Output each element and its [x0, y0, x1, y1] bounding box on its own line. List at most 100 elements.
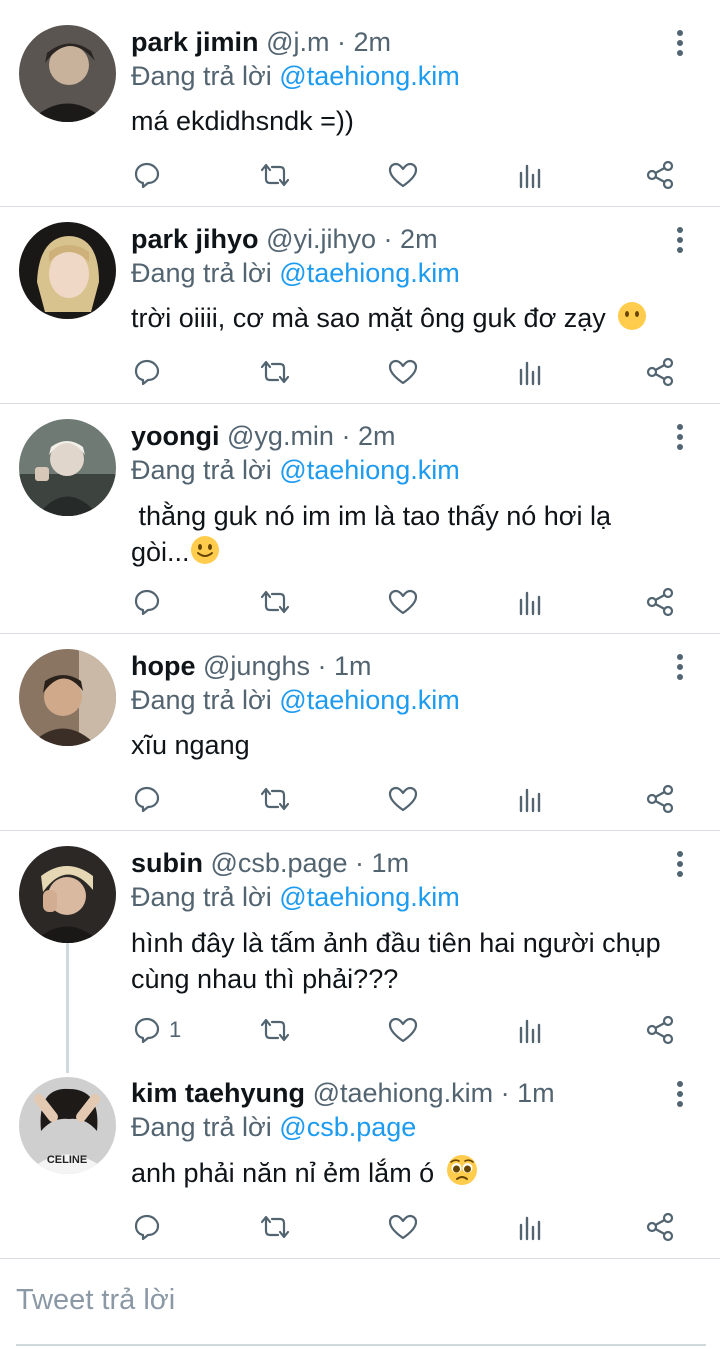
author-name[interactable]: kim taehyung	[131, 1078, 305, 1108]
heart-icon	[388, 1213, 418, 1241]
author-handle[interactable]: @yi.jihyo	[266, 224, 376, 254]
replying-label: Đang trả lời	[131, 61, 272, 91]
reply-compose-input[interactable]: Tweet trả lời	[16, 1284, 175, 1317]
tweet-text: xĩu ngang	[131, 730, 250, 760]
share-button[interactable]	[645, 779, 675, 819]
avatar[interactable]: CELINE	[19, 1077, 116, 1174]
avatar[interactable]	[19, 419, 116, 516]
reply-mention-link[interactable]: @taehiong.kim	[279, 258, 460, 288]
reply-mention-link[interactable]: @csb.page	[279, 1112, 416, 1142]
reply-mention-link[interactable]: @taehiong.kim	[279, 455, 460, 485]
author-name[interactable]: hope	[131, 651, 196, 681]
tweet[interactable]: park jimin @j.m · 2m Đang trả lời @taehi…	[0, 0, 720, 206]
reply-mention-link[interactable]: @taehiong.kim	[279, 882, 460, 912]
like-button[interactable]	[388, 352, 418, 392]
reply-mention-link[interactable]: @taehiong.kim	[279, 61, 460, 91]
reply-icon	[133, 161, 161, 189]
reply-button[interactable]	[133, 352, 169, 392]
tweet-time[interactable]: 1m	[372, 848, 410, 878]
author-handle[interactable]: @yg.min	[227, 421, 334, 451]
analytics-button[interactable]	[518, 352, 544, 392]
author-handle[interactable]: @junghs	[203, 651, 310, 681]
smile-face-emoji	[190, 535, 220, 574]
retweet-button[interactable]	[258, 1207, 292, 1247]
tweet[interactable]: subin @csb.page · 1m Đang trả lời @taehi…	[0, 831, 720, 1061]
retweet-button[interactable]	[258, 1010, 292, 1050]
like-button[interactable]	[388, 1207, 418, 1247]
heart-icon	[388, 1016, 418, 1044]
share-button[interactable]	[645, 352, 675, 392]
replying-label: Đang trả lời	[131, 685, 272, 715]
author-name[interactable]: park jimin	[131, 27, 259, 57]
like-button[interactable]	[388, 1010, 418, 1050]
share-button[interactable]	[645, 1010, 675, 1050]
tweet-time[interactable]: 1m	[334, 651, 372, 681]
analytics-icon	[518, 1213, 544, 1241]
tweet-text: hình đây là tấm ảnh đầu tiên hai người c…	[131, 928, 661, 994]
tweet[interactable]: CELINE kim taehyung @taehiong.kim · 1m Đ…	[0, 1061, 720, 1258]
share-icon	[645, 587, 675, 617]
reply-button[interactable]	[133, 779, 169, 819]
more-options-icon[interactable]	[668, 422, 692, 452]
share-button[interactable]	[645, 1207, 675, 1247]
retweet-icon	[258, 588, 292, 616]
more-options-icon[interactable]	[668, 652, 692, 682]
like-button[interactable]	[388, 582, 418, 622]
reply-mention-link[interactable]: @taehiong.kim	[279, 685, 460, 715]
separator-dot: ·	[317, 651, 327, 681]
retweet-button[interactable]	[258, 582, 292, 622]
tweet-time[interactable]: 2m	[400, 224, 438, 254]
retweet-icon	[258, 1213, 292, 1241]
tweet-time[interactable]: 1m	[517, 1078, 555, 1108]
tweet-text: anh phải năn nỉ ẻm lắm ó	[131, 1158, 435, 1188]
author-name[interactable]: park jihyo	[131, 224, 259, 254]
author-name[interactable]: subin	[131, 848, 203, 878]
retweet-button[interactable]	[258, 155, 292, 195]
replying-label: Đang trả lời	[131, 882, 272, 912]
author-name[interactable]: yoongi	[131, 421, 220, 451]
tweet[interactable]: hope @junghs · 1m Đang trả lời @taehiong…	[0, 634, 720, 830]
author-handle[interactable]: @csb.page	[211, 848, 348, 878]
retweet-icon	[258, 1016, 292, 1044]
analytics-button[interactable]	[518, 155, 544, 195]
reply-icon	[133, 1016, 161, 1044]
reply-button[interactable]	[133, 582, 169, 622]
share-button[interactable]	[645, 155, 675, 195]
tweet-divider	[0, 1258, 720, 1259]
share-icon	[645, 160, 675, 190]
reply-button[interactable]	[133, 1207, 169, 1247]
avatar-shirt-print: CELINE	[47, 1154, 87, 1166]
heart-icon	[388, 785, 418, 813]
avatar[interactable]	[19, 846, 116, 943]
retweet-button[interactable]	[258, 779, 292, 819]
tweet[interactable]: park jihyo @yi.jihyo · 2m Đang trả lời @…	[0, 207, 720, 403]
share-button[interactable]	[645, 582, 675, 622]
reply-button[interactable]: 1	[133, 1010, 181, 1050]
reply-button[interactable]	[133, 155, 169, 195]
more-options-icon[interactable]	[668, 225, 692, 255]
analytics-button[interactable]	[518, 779, 544, 819]
analytics-button[interactable]	[518, 1207, 544, 1247]
like-button[interactable]	[388, 155, 418, 195]
tweet-text-container: anh phải năn nỉ ẻm lắm ó	[131, 1154, 691, 1195]
analytics-icon	[518, 1016, 544, 1044]
avatar[interactable]	[19, 222, 116, 319]
more-options-icon[interactable]	[668, 28, 692, 58]
tweet-time[interactable]: 2m	[358, 421, 396, 451]
separator-dot: ·	[500, 1078, 510, 1108]
avatar[interactable]	[19, 649, 116, 746]
avatar[interactable]	[19, 25, 116, 122]
more-options-icon[interactable]	[668, 1079, 692, 1109]
retweet-button[interactable]	[258, 352, 292, 392]
heart-icon	[388, 161, 418, 189]
analytics-button[interactable]	[518, 582, 544, 622]
author-handle[interactable]: @taehiong.kim	[313, 1078, 494, 1108]
retweet-icon	[258, 358, 292, 386]
analytics-button[interactable]	[518, 1010, 544, 1050]
tweet-time[interactable]: 2m	[354, 27, 392, 57]
tweet[interactable]: yoongi @yg.min · 2m Đang trả lời @taehio…	[0, 404, 720, 633]
author-handle[interactable]: @j.m	[266, 27, 329, 57]
more-options-icon[interactable]	[668, 849, 692, 879]
separator-dot: ·	[341, 421, 351, 451]
like-button[interactable]	[388, 779, 418, 819]
